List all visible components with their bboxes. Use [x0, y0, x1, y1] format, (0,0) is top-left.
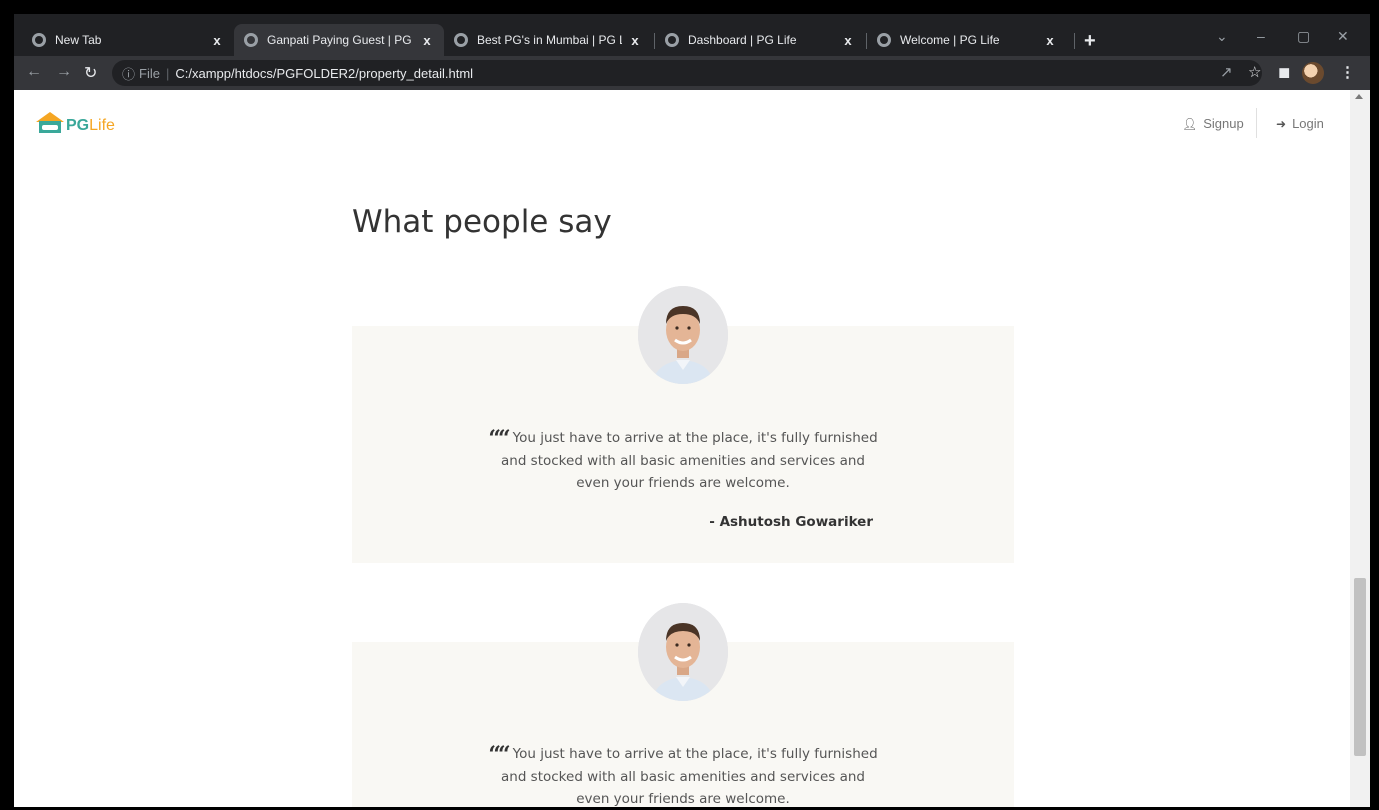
user-icon: 👤︎ [1182, 116, 1198, 131]
quote-line: and stocked with all basic amenities and… [500, 453, 866, 469]
login-label: Login [1292, 116, 1324, 131]
side-panel-icon[interactable]: ◼ [1278, 63, 1290, 81]
frame-border [0, 0, 14, 810]
tab-close-icon[interactable]: x [841, 33, 855, 48]
quote-line: even your friends are welcome. [576, 475, 790, 491]
tab-title: Best PG's in Mumbai | PG Life [477, 33, 622, 47]
sign-in-icon: ➜ [1276, 116, 1287, 131]
info-icon[interactable]: ⓘ [122, 64, 135, 83]
quote-icon: ““ [488, 426, 510, 452]
tab-close-icon[interactable]: x [1043, 33, 1057, 48]
tab-title: Dashboard | PG Life [688, 33, 797, 47]
tab-new-tab[interactable]: New Tab x [22, 24, 234, 56]
tab-title: Ganpati Paying Guest | PG Life [267, 33, 414, 47]
signup-link[interactable]: 👤︎ Signup [1182, 116, 1244, 131]
scrollbar-thumb[interactable] [1354, 578, 1366, 756]
globe-icon [877, 33, 891, 47]
browser-tab-strip: New Tab x Ganpati Paying Guest | PG Life… [14, 14, 1370, 56]
close-window-icon[interactable]: ✕ [1337, 28, 1349, 45]
globe-icon [244, 33, 258, 47]
tab-best-pgs-mumbai[interactable]: Best PG's in Mumbai | PG Life x [444, 24, 652, 56]
signup-label: Signup [1203, 116, 1244, 131]
globe-icon [454, 33, 468, 47]
minimize-icon[interactable]: – [1257, 28, 1265, 44]
tab-close-icon[interactable]: x [210, 33, 224, 48]
address-url[interactable]: C:/xampp/htdocs/PGFOLDER2/property_detai… [175, 66, 473, 81]
logo-text-pg: PG [66, 117, 90, 134]
address-scheme: File [139, 65, 160, 81]
globe-icon [665, 33, 679, 47]
quote-line: You just have to arrive at the place, it… [512, 430, 878, 446]
new-tab-button[interactable]: + [1084, 30, 1096, 53]
back-arrow-icon[interactable]: ← [26, 63, 42, 81]
address-divider: | [165, 65, 170, 81]
quote-line: and stocked with all basic amenities and… [500, 769, 866, 785]
address-bar[interactable]: ⓘ File | C:/xampp/htdocs/PGFOLDER2/prope… [112, 60, 1262, 86]
avatar [638, 603, 728, 701]
scroll-up-arrow-icon[interactable] [1355, 94, 1363, 99]
logo-text: PGLife [66, 118, 115, 134]
quote-line: even your friends are welcome. [576, 791, 790, 807]
frame-border [1370, 0, 1379, 810]
testimonial-author: - Ashutosh Gowariker [709, 514, 873, 530]
tab-title: New Tab [55, 33, 102, 47]
share-icon[interactable]: ↗ [1220, 63, 1233, 81]
pglife-logo[interactable]: PGLife [36, 112, 115, 134]
restore-icon[interactable]: ▢ [1297, 28, 1310, 45]
tab-close-icon[interactable]: x [628, 33, 642, 48]
page-viewport: PGLife 👤︎ Signup ➜ Login What people say… [14, 90, 1350, 807]
chrome-icon [32, 33, 46, 47]
quote-line: You just have to arrive at the place, it… [512, 746, 878, 762]
tab-dashboard[interactable]: Dashboard | PG Life x [655, 24, 865, 56]
frame-border [0, 0, 1379, 14]
tab-title: Welcome | PG Life [900, 33, 1000, 47]
section-heading: What people say [352, 204, 612, 240]
tab-welcome[interactable]: Welcome | PG Life x [867, 24, 1067, 56]
header-divider [1256, 108, 1257, 138]
tab-close-icon[interactable]: x [420, 33, 434, 48]
tab-separator [1074, 33, 1075, 49]
house-logo-icon [36, 112, 64, 134]
tab-search-chevron-icon[interactable]: ⌄ [1216, 28, 1228, 45]
forward-arrow-icon[interactable]: → [56, 63, 72, 81]
profile-avatar[interactable] [1302, 62, 1324, 84]
bookmark-star-icon[interactable]: ☆ [1248, 63, 1261, 81]
testimonial-quote: ““ You just have to arrive at the place, … [352, 743, 1014, 807]
browser-toolbar: ← → ↻ ⓘ File | C:/xampp/htdocs/PGFOLDER2… [14, 56, 1370, 90]
login-link[interactable]: ➜ Login [1276, 116, 1324, 131]
avatar [638, 286, 728, 384]
testimonial-quote: ““ You just have to arrive at the place, … [352, 427, 1014, 494]
reload-icon[interactable]: ↻ [84, 63, 97, 83]
quote-icon: ““ [488, 742, 510, 768]
page-scrollbar[interactable] [1350, 90, 1370, 807]
tab-ganpati-paying-guest[interactable]: Ganpati Paying Guest | PG Life x [234, 24, 444, 56]
logo-text-life: Life [89, 117, 115, 134]
menu-kebab-icon[interactable]: ⋮ [1340, 63, 1355, 81]
